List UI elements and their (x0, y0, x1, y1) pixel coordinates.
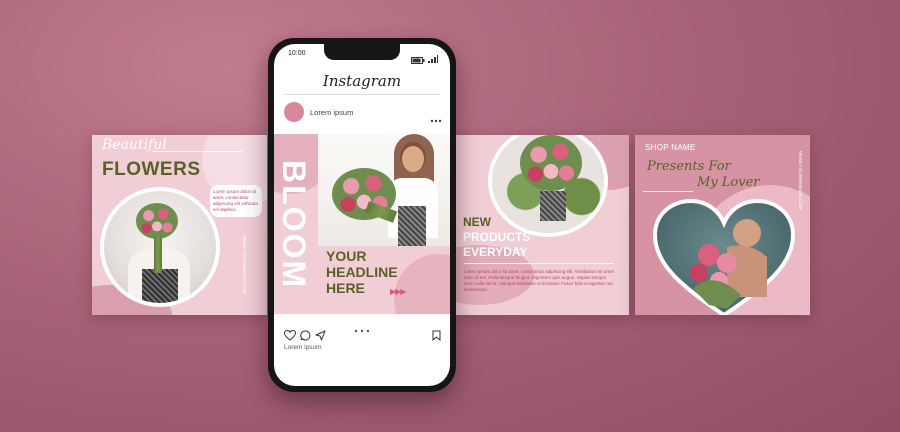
website-vertical-text: WWW.YOURWEBSITE.COM (798, 151, 803, 210)
post-beautiful-flowers: Beautiful FLOWERS Lorem ipsum dolor sit … (92, 135, 267, 315)
phone-mockup: 10:00 Instagram Lorem ipsum BLOOM YOUR H… (268, 38, 456, 392)
heart-photo (649, 197, 799, 315)
headline-line-3: HERE (326, 280, 365, 296)
post-body-text: Lorem ipsum dolor sit amet, consectetur … (464, 269, 614, 292)
script-line-2: My Lover (697, 175, 760, 190)
post-body-text: Lorem ipsum dolor sit amet, consectetur … (210, 185, 262, 217)
battery-icon (411, 51, 425, 69)
post-new-products: NEW PRODUCTS EVERYDAY Lorem ipsum dolor … (454, 135, 629, 315)
headline-line-2: PRODUCTS (463, 230, 531, 244)
post-title: FLOWERS (102, 159, 201, 180)
website-vertical-text: WWW.YOURWEBSITE.COM (242, 235, 247, 294)
signal-icon (428, 50, 438, 68)
arrows-icon: ▶▶▶ (390, 287, 407, 296)
divider (152, 151, 242, 152)
post-caption: Lorem ipsum (284, 344, 322, 351)
script-line-1: Presents For (647, 159, 731, 174)
more-horizontal-icon[interactable] (430, 110, 442, 128)
bouquet-image (520, 135, 582, 191)
divider (643, 191, 693, 192)
florist-photo (318, 134, 450, 246)
avatar[interactable] (284, 102, 304, 122)
divider (464, 263, 614, 264)
headline-line-3: EVERYDAY (463, 245, 528, 259)
headline-line-2: HEADLINE (326, 264, 398, 280)
headline-line-1: NEW (463, 215, 491, 229)
carousel-dots (354, 320, 370, 338)
post-bloom[interactable]: BLOOM YOUR HEADLINE HERE ▶▶▶ (274, 134, 450, 314)
florist-photo (100, 187, 220, 307)
header-divider (284, 94, 440, 95)
post-presents: SHOP NAME Presents For My Lover WWW.YOUR… (635, 135, 810, 315)
status-time: 10:00 (288, 50, 306, 57)
phone-notch (324, 44, 400, 60)
phone-screen: 10:00 Instagram Lorem ipsum BLOOM YOUR H… (274, 44, 450, 386)
bloom-vertical-word: BLOOM (276, 160, 312, 290)
headline-line-1: YOUR (326, 248, 367, 264)
account-name[interactable]: Lorem ipsum (310, 108, 353, 117)
app-title: Instagram (322, 72, 402, 90)
bookmark-icon[interactable] (432, 328, 441, 346)
bouquet-image (136, 203, 178, 239)
shop-name: SHOP NAME (645, 143, 696, 152)
